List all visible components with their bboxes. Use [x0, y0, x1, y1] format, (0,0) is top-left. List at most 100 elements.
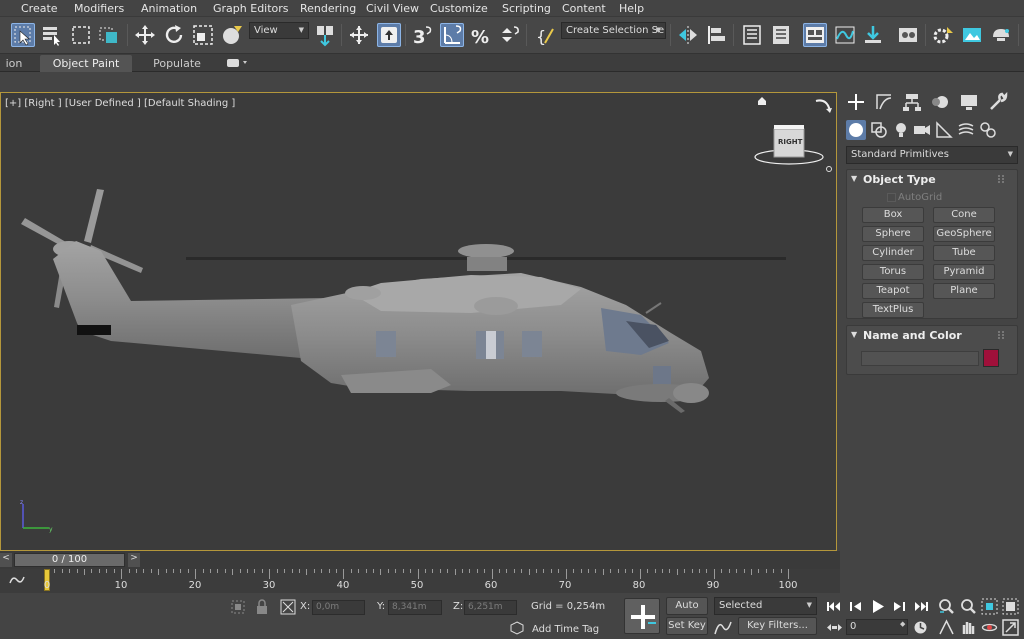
zoom-extents-icon[interactable] [981, 598, 998, 615]
helpers-icon[interactable] [935, 121, 953, 139]
y-coordinate-field[interactable]: 8,341m [388, 600, 442, 615]
orbit-icon[interactable] [981, 619, 998, 636]
plane-button[interactable]: Plane [933, 283, 995, 299]
menu-modifiers[interactable]: Modifiers [74, 2, 124, 15]
time-tag-icon[interactable] [510, 621, 524, 635]
select-manipulate-icon[interactable] [347, 23, 371, 47]
zoom-all-icon[interactable] [960, 598, 977, 615]
play-icon[interactable] [869, 598, 886, 615]
tube-button[interactable]: Tube [933, 245, 995, 261]
display-tab-icon[interactable] [959, 92, 983, 112]
viewcube-menu-icon[interactable] [826, 166, 832, 172]
zoom-icon[interactable] [938, 598, 955, 615]
selection-lock-icon[interactable] [256, 599, 268, 615]
material-editor-icon[interactable] [896, 23, 920, 47]
viewcube[interactable]: RIGHT [753, 122, 825, 170]
x-coordinate-field[interactable]: 0,0m [312, 600, 365, 615]
tab-object-paint[interactable]: Object Paint [40, 55, 132, 72]
angle-snap-icon[interactable] [440, 23, 464, 47]
schematic-view-icon[interactable] [861, 23, 885, 47]
move-icon[interactable] [133, 23, 157, 47]
box-button[interactable]: Box [862, 207, 924, 223]
scale-icon[interactable] [191, 23, 215, 47]
ribbon-options-icon[interactable] [226, 57, 248, 69]
viewport-right[interactable]: [+] [Right ] [User Defined ] [Default Sh… [0, 92, 837, 551]
rollout-grip-icon[interactable] [998, 175, 1004, 183]
previous-frame-icon[interactable] [847, 598, 864, 615]
rotate-icon[interactable] [162, 23, 186, 47]
tab-selection[interactable]: ion [0, 55, 30, 72]
time-slider-thumb[interactable]: 0 / 100 [14, 553, 125, 567]
curve-editor-icon[interactable] [833, 23, 857, 47]
geosphere-button[interactable]: GeoSphere [933, 226, 995, 242]
pyramid-button[interactable]: Pyramid [933, 264, 995, 280]
add-time-tag-label[interactable]: Add Time Tag [532, 624, 599, 635]
geometry-icon[interactable] [846, 120, 866, 140]
go-to-end-icon[interactable] [913, 598, 930, 615]
key-mode-toggle-icon[interactable] [826, 619, 843, 636]
maximize-viewport-icon[interactable] [1002, 619, 1019, 636]
next-frame-arrow[interactable]: > [128, 553, 140, 567]
menu-create[interactable]: Create [21, 2, 58, 15]
helicopter-model[interactable] [1, 93, 836, 550]
lights-icon[interactable] [892, 121, 910, 139]
collapse-icon[interactable]: ▼ [851, 330, 857, 339]
key-selection-set-dropdown[interactable]: Selected ▼ [714, 597, 817, 615]
scene-explorer-icon[interactable] [740, 23, 764, 47]
placement-icon[interactable] [220, 23, 244, 47]
isolate-selection-icon[interactable] [230, 599, 246, 615]
layer-explorer-icon[interactable] [769, 23, 793, 47]
collapse-icon[interactable]: ▼ [851, 174, 857, 183]
menu-civil-view[interactable]: Civil View [366, 2, 419, 15]
mini-curve-editor-icon[interactable] [8, 573, 26, 587]
menu-graph-editors[interactable]: Graph Editors [213, 2, 289, 15]
cone-button[interactable]: Cone [933, 207, 995, 223]
mirror-icon[interactable] [676, 23, 700, 47]
time-slider[interactable]: < 0 / 100 > [0, 551, 840, 569]
cylinder-button[interactable]: Cylinder [862, 245, 924, 261]
menu-animation[interactable]: Animation [141, 2, 197, 15]
go-to-start-icon[interactable] [825, 598, 842, 615]
set-key-icon[interactable] [624, 598, 660, 634]
zoom-extents-all-icon[interactable] [1002, 598, 1019, 615]
default-in-out-tangents-icon[interactable] [713, 618, 733, 636]
object-type-title[interactable]: Object Type [863, 173, 936, 186]
window-crossing-icon[interactable] [97, 23, 121, 47]
percent-snap-icon[interactable]: % [469, 23, 493, 48]
systems-icon[interactable] [979, 121, 997, 139]
render-setup-icon[interactable] [931, 23, 955, 47]
teapot-button[interactable]: Teapot [862, 283, 924, 299]
named-selection-sets-dropdown[interactable]: Create Selection Se ▼ [561, 22, 666, 39]
home-icon[interactable] [757, 96, 767, 106]
utilities-tab-icon[interactable] [988, 91, 1012, 112]
menu-scripting[interactable]: Scripting [502, 2, 551, 15]
previous-frame-arrow[interactable]: < [0, 553, 12, 567]
object-name-field[interactable] [861, 351, 979, 366]
create-tab-icon[interactable] [846, 92, 870, 112]
torus-button[interactable]: Torus [862, 264, 924, 280]
frame-spinner-icon[interactable]: ◆ [900, 620, 905, 628]
autogrid-checkbox[interactable] [887, 193, 896, 202]
render-production-icon[interactable] [989, 23, 1013, 47]
object-category-dropdown[interactable]: Standard Primitives ▼ [846, 146, 1018, 164]
menu-rendering[interactable]: Rendering [300, 2, 356, 15]
toggle-ribbon-icon[interactable] [803, 23, 827, 47]
select-by-name-icon[interactable] [40, 23, 64, 47]
next-frame-icon[interactable] [891, 598, 908, 615]
select-object-icon[interactable] [11, 23, 35, 47]
rendered-frame-window-icon[interactable] [960, 23, 984, 47]
menu-content[interactable]: Content [562, 2, 606, 15]
track-bar[interactable]: 0 10 20 30 40 50 60 70 80 90 100 [0, 569, 840, 593]
z-coordinate-field[interactable]: 6,251m [464, 600, 517, 615]
modify-tab-icon[interactable] [874, 92, 898, 112]
reference-coordinate-dropdown[interactable]: View ▼ [249, 22, 309, 39]
absolute-mode-icon[interactable] [280, 599, 296, 615]
menu-customize[interactable]: Customize [430, 2, 488, 15]
sphere-button[interactable]: Sphere [862, 226, 924, 242]
spinner-snap-icon[interactable] [497, 23, 521, 47]
cameras-icon[interactable] [913, 121, 931, 139]
field-of-view-icon[interactable] [938, 619, 955, 636]
space-warps-icon[interactable] [957, 121, 975, 139]
textplus-button[interactable]: TextPlus [862, 302, 924, 318]
pan-view-icon[interactable] [960, 619, 977, 636]
